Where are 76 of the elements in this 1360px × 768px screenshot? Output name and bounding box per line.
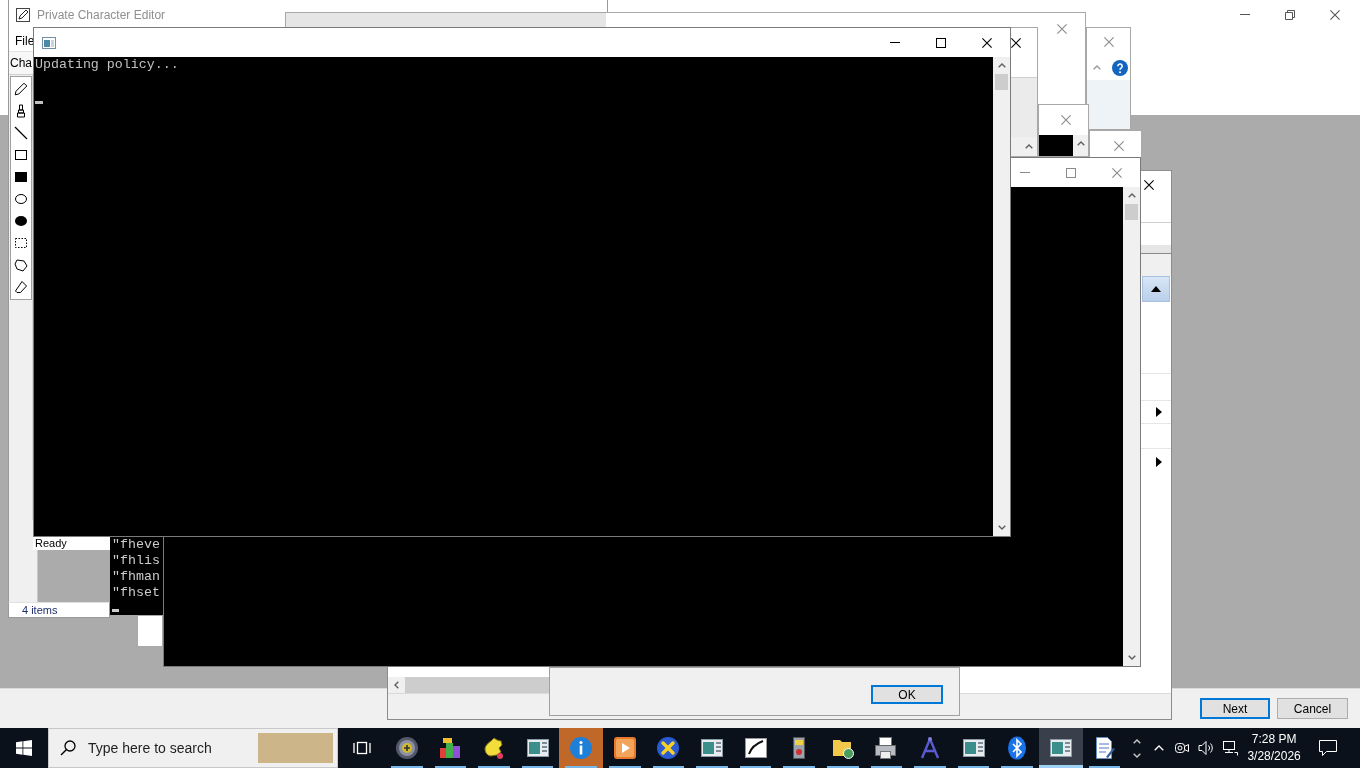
console-text: "fhset [112,585,161,601]
console-text: "fhman [112,569,161,585]
console-text: Updating policy... [35,57,180,73]
eraser-icon[interactable] [14,280,28,294]
text-cursor [112,609,119,612]
status-bar: 4 items [8,602,110,618]
console-icon [42,36,56,49]
rectangle-icon[interactable] [14,148,28,162]
clock-time[interactable]: 7:28 PM [1251,731,1297,748]
filled-rectangle-icon[interactable] [14,170,28,184]
notification-icon[interactable] [1317,739,1338,757]
pencil-icon[interactable] [14,82,28,96]
windows-icon[interactable] [16,740,32,756]
chevron-left-icon[interactable] [394,681,399,689]
ribbon-panel [1087,80,1130,129]
task-view-icon[interactable] [352,740,371,756]
close-icon[interactable] [982,37,992,48]
pen-icon[interactable] [743,736,768,760]
editor-icon [16,8,30,22]
clock-date[interactable]: 3/28/2026 [1247,748,1301,765]
ellipse-icon[interactable] [14,192,28,206]
caret-right-icon[interactable] [1156,407,1162,417]
printer-icon[interactable] [874,736,899,760]
window-icon[interactable] [961,736,986,760]
triangle-up-icon[interactable] [1151,286,1161,292]
hand-icon[interactable] [482,736,506,760]
search-field[interactable]: Type here to search [88,740,253,756]
content-panel [1011,78,1037,137]
minimize-icon[interactable] [1239,14,1250,15]
dashed-rectangle-icon[interactable] [14,236,28,250]
window-icon[interactable] [1048,736,1073,760]
caret-right-icon[interactable] [1156,457,1162,467]
scrollbar-thumb[interactable] [405,677,550,693]
status-bar: Ready [33,537,110,550]
scrollbar[interactable] [1123,187,1140,666]
disc-icon[interactable] [394,736,419,760]
chevron-down-icon[interactable] [1127,655,1136,660]
menu-item[interactable]: File [14,33,36,48]
volume-icon[interactable] [1198,740,1215,756]
maximize-icon[interactable] [936,37,946,48]
line-icon[interactable] [14,126,28,140]
close-icon[interactable] [1329,9,1340,20]
blocks-icon[interactable] [438,736,463,760]
polygon-icon[interactable] [14,258,28,272]
scrollbar-thumb[interactable] [995,74,1008,90]
help-icon[interactable] [1112,59,1128,76]
cross-icon[interactable] [656,736,681,760]
scrollbar[interactable] [1073,135,1088,156]
taskbar-app[interactable] [1038,728,1083,768]
console-text: "fheve [112,537,161,553]
close-icon[interactable] [1011,38,1021,48]
scrollbar[interactable] [1011,137,1037,156]
cancel-button[interactable]: Cancel [1277,698,1348,719]
info-icon[interactable] [569,736,594,760]
window-title: Private Character Editor [37,8,166,22]
filled-ellipse-icon[interactable] [14,214,28,228]
network-icon[interactable] [1222,740,1239,756]
window-icon[interactable] [525,736,550,760]
text-cursor [35,101,43,104]
brush-icon[interactable] [14,104,28,118]
console-text: "fhlis [112,553,161,569]
window-icon[interactable] [699,736,724,760]
collapse-button[interactable] [1142,276,1170,302]
play-icon[interactable] [612,736,637,760]
next-button[interactable]: Next [1200,698,1270,719]
camera-icon[interactable] [1174,740,1191,756]
header-bar [1141,245,1171,276]
search-icon [60,740,76,756]
console-output [1039,135,1073,156]
scrollbar-thumb[interactable] [1125,204,1138,220]
restore-icon[interactable] [1284,9,1295,20]
scrollbar[interactable] [993,57,1010,536]
ok-button[interactable]: OK [871,685,943,704]
chevron-down-icon[interactable] [997,525,1006,530]
toolbar-label: Cha [10,56,32,70]
close-icon[interactable] [1144,180,1154,190]
